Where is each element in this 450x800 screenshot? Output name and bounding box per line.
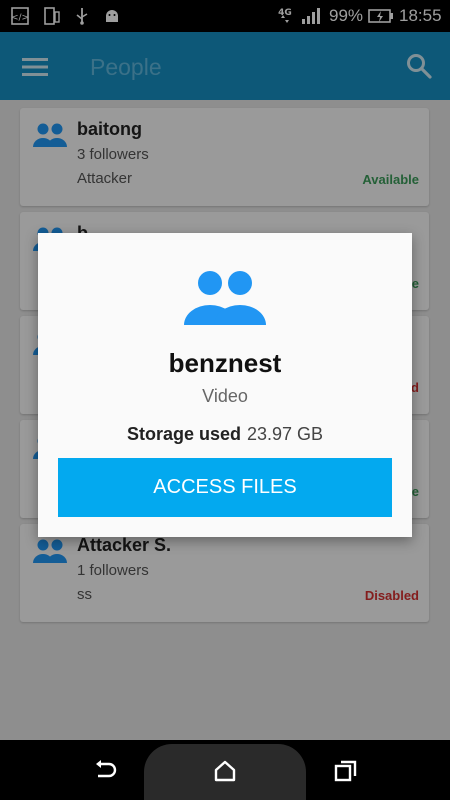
- back-icon[interactable]: [92, 758, 118, 784]
- home-icon[interactable]: [212, 758, 238, 784]
- dialog-person-type: Video: [202, 386, 248, 406]
- access-files-button[interactable]: ACCESS FILES: [58, 458, 392, 517]
- recent-apps-icon[interactable]: [333, 758, 359, 784]
- dialog-person-name: benznest: [168, 348, 282, 378]
- storage-info: Storage used 23.97 GB: [38, 424, 412, 445]
- storage-label: Storage used: [126, 424, 241, 444]
- navigation-bar: [0, 740, 450, 800]
- people-icon: [183, 269, 267, 332]
- person-detail-dialog: benznest Video Storage used 23.97 GB ACCE…: [38, 233, 412, 537]
- storage-value: 23.97 GB: [246, 424, 324, 444]
